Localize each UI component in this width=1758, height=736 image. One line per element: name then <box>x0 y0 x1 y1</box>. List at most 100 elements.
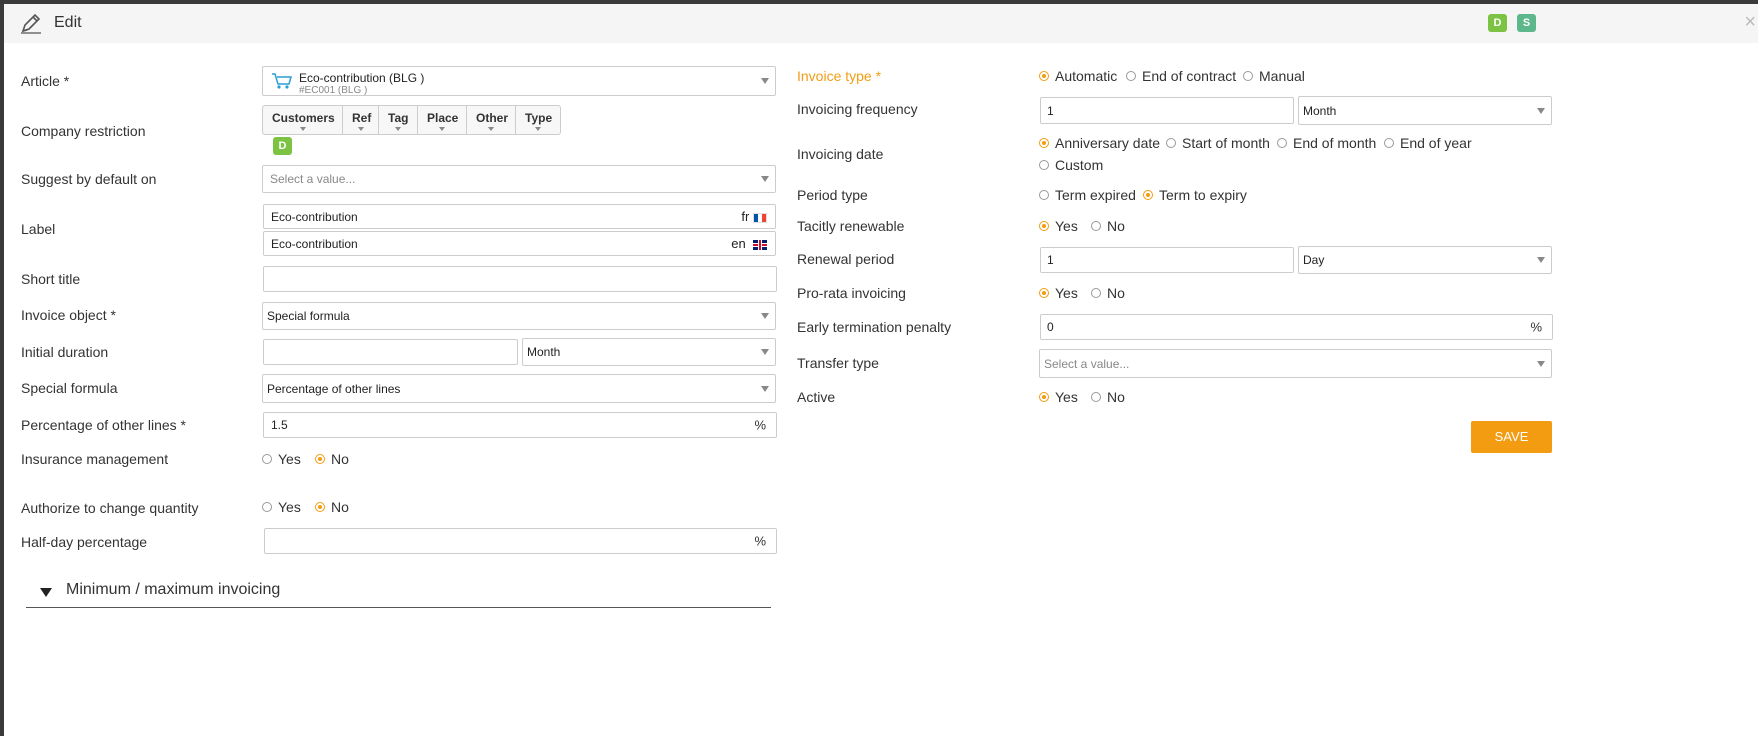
caret-down-icon <box>395 127 401 131</box>
short-title-label: Short title <box>21 271 81 287</box>
lang-fr: fr <box>741 209 767 224</box>
lang-en: en <box>731 236 767 251</box>
active-no-radio[interactable]: No <box>1091 389 1125 405</box>
dialog-header: Edit D S × <box>4 4 1758 43</box>
authorize-yes-radio[interactable]: Yes <box>262 499 301 515</box>
percentage-lines-input[interactable]: 1.5 % <box>263 412 777 438</box>
invoicing-date-end-month-radio[interactable]: End of month <box>1277 135 1376 151</box>
save-button[interactable]: SAVE <box>1471 421 1552 453</box>
invoice-object-select[interactable]: Special formula <box>262 302 776 330</box>
prorata-no-radio[interactable]: No <box>1091 285 1125 301</box>
article-select[interactable]: Eco-contribution (BLG ) #EC001 (BLG ) <box>262 66 776 96</box>
radio-dot <box>1039 392 1049 402</box>
authorize-no-radio[interactable]: No <box>315 499 349 515</box>
period-type-term-expired-radio[interactable]: Term expired <box>1039 187 1136 203</box>
close-icon[interactable]: × <box>1744 12 1756 32</box>
restriction-badge-d[interactable]: D <box>273 137 292 155</box>
radio-dot <box>1277 138 1287 148</box>
suggest-default-select[interactable]: Select a value... <box>262 165 776 193</box>
period-type-label: Period type <box>797 187 868 203</box>
percent-suffix: % <box>1530 319 1542 335</box>
invoice-type-automatic-radio[interactable]: Automatic <box>1039 68 1117 84</box>
other-button[interactable]: Other <box>467 106 516 134</box>
invoicing-frequency-input[interactable]: 1 <box>1040 97 1294 124</box>
radio-dot <box>1091 288 1101 298</box>
invoice-object-value: Special formula <box>267 309 350 323</box>
period-type-term-to-expiry-radio[interactable]: Term to expiry <box>1143 187 1247 203</box>
label-en-input[interactable]: Eco-contribution en <box>263 231 776 256</box>
radio-dot <box>1143 190 1153 200</box>
pencil-icon <box>20 13 42 37</box>
radio-dot <box>315 502 325 512</box>
radio-dot <box>1039 190 1049 200</box>
radio-dot <box>1039 221 1049 231</box>
invoice-type-manual-radio[interactable]: Manual <box>1243 68 1305 84</box>
initial-duration-unit-select[interactable]: Month <box>522 338 776 366</box>
tacitly-renewable-label: Tacitly renewable <box>797 218 905 234</box>
invoice-type-label: Invoice type * <box>797 68 882 84</box>
active-yes-radio[interactable]: Yes <box>1039 389 1078 405</box>
renewal-period-unit-select[interactable]: Day <box>1298 246 1552 274</box>
radio-dot <box>1384 138 1394 148</box>
percentage-lines-value: 1.5 <box>271 418 288 432</box>
renewal-period-unit: Day <box>1303 253 1325 267</box>
transfer-type-placeholder: Select a value... <box>1044 356 1130 371</box>
caret-down-icon <box>357 127 364 131</box>
invoicing-date-start-month-radio[interactable]: Start of month <box>1166 135 1270 151</box>
early-termination-value: 0 <box>1047 320 1054 334</box>
label-fr-value: Eco-contribution <box>271 209 358 224</box>
badge-s[interactable]: S <box>1517 14 1536 32</box>
special-formula-select[interactable]: Percentage of other lines <box>262 374 776 403</box>
tag-button[interactable]: Tag <box>379 106 418 134</box>
initial-duration-unit: Month <box>527 345 561 359</box>
authorize-quantity-label: Authorize to change quantity <box>21 500 199 516</box>
chevron-down-icon <box>761 313 769 319</box>
ref-button[interactable]: Ref <box>343 106 379 134</box>
radio-dot <box>1091 392 1101 402</box>
radio-dot <box>1243 71 1253 81</box>
tacitly-renewable-no-radio[interactable]: No <box>1091 218 1125 234</box>
insurance-yes-radio[interactable]: Yes <box>262 451 301 467</box>
invoicing-date-end-year-radio[interactable]: End of year <box>1384 135 1472 151</box>
renewal-period-input[interactable]: 1 <box>1040 247 1294 273</box>
radio-dot <box>1126 71 1136 81</box>
badge-d[interactable]: D <box>1488 14 1507 32</box>
invoice-type-end-contract-radio[interactable]: End of contract <box>1126 68 1236 84</box>
special-formula-value: Percentage of other lines <box>267 381 401 396</box>
insurance-no-radio[interactable]: No <box>315 451 349 467</box>
cart-icon <box>271 72 293 93</box>
edit-dialog: Edit D S × Article * Eco-contribution (B… <box>4 4 1758 736</box>
invoice-object-label: Invoice object * <box>21 307 116 323</box>
tacitly-renewable-yes-radio[interactable]: Yes <box>1039 218 1078 234</box>
renewal-period-label: Renewal period <box>797 251 895 267</box>
radio-dot <box>1039 71 1049 81</box>
invoicing-frequency-value: 1 <box>1047 103 1054 118</box>
company-restriction-label: Company restriction <box>21 123 146 139</box>
half-day-label: Half-day percentage <box>21 534 148 550</box>
article-name: Eco-contribution (BLG ) <box>299 71 425 85</box>
short-title-input[interactable] <box>263 266 777 292</box>
place-button[interactable]: Place <box>418 106 467 134</box>
invoicing-date-anniversary-radio[interactable]: Anniversary date <box>1039 135 1160 151</box>
invoicing-frequency-label: Invoicing frequency <box>797 101 918 117</box>
chevron-down-icon <box>761 349 769 355</box>
radio-dot <box>262 454 272 464</box>
initial-duration-input[interactable] <box>263 339 518 365</box>
label-fr-input[interactable]: Eco-contribution fr <box>263 204 776 229</box>
prorata-yes-radio[interactable]: Yes <box>1039 285 1078 301</box>
invoicing-frequency-unit-select[interactable]: Month <box>1298 96 1552 125</box>
invoicing-date-custom-radio[interactable]: Custom <box>1039 157 1103 173</box>
invoicing-frequency-unit: Month <box>1303 103 1337 118</box>
radio-dot <box>1166 138 1176 148</box>
section-minmax-invoicing[interactable]: Minimum / maximum invoicing <box>26 579 771 608</box>
early-termination-input[interactable]: 0 % <box>1040 314 1553 340</box>
half-day-input[interactable]: % <box>264 528 777 554</box>
chevron-down-icon <box>1537 107 1545 114</box>
transfer-type-label: Transfer type <box>797 355 879 371</box>
radio-dot <box>315 454 325 464</box>
customers-button[interactable]: Customers <box>263 106 343 134</box>
type-button[interactable]: Type <box>516 106 560 134</box>
suggest-default-label: Suggest by default on <box>21 171 157 187</box>
transfer-type-select[interactable]: Select a value... <box>1039 349 1552 378</box>
chevron-down-icon <box>761 78 769 84</box>
